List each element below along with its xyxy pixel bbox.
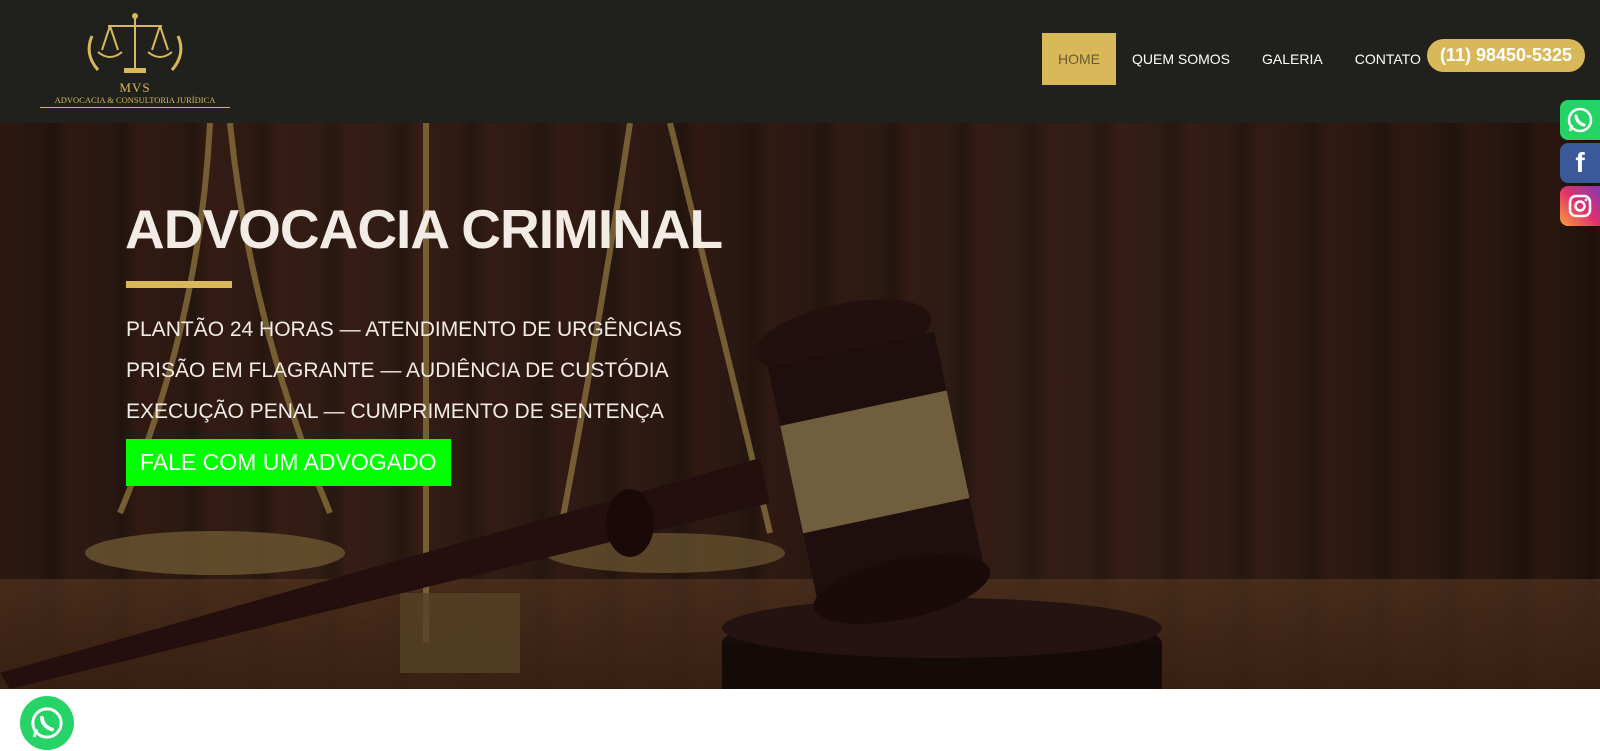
- main-nav: HOME QUEM SOMOS GALERIA CONTATO: [1042, 33, 1437, 85]
- instagram-social-button[interactable]: [1560, 186, 1600, 226]
- site-logo[interactable]: MVS ADVOCACIA & CONSULTORIA JURÍDICA: [40, 10, 230, 110]
- whatsapp-icon: [1567, 107, 1593, 133]
- scales-logo-icon: [87, 13, 183, 73]
- logo-tagline: ADVOCACIA & CONSULTORIA JURÍDICA: [40, 95, 230, 108]
- hero-banner: ADVOCACIA CRIMINAL PLANTÃO 24 HORAS — AT…: [0, 123, 1600, 689]
- nav-item-quem-somos[interactable]: QUEM SOMOS: [1116, 33, 1246, 85]
- facebook-icon: f: [1575, 147, 1585, 178]
- whatsapp-social-button[interactable]: [1560, 100, 1600, 140]
- phone-button[interactable]: (11) 98450-5325: [1427, 39, 1585, 72]
- whatsapp-floating-button[interactable]: [20, 696, 74, 750]
- nav-item-galeria[interactable]: GALERIA: [1246, 33, 1339, 85]
- instagram-icon: [1568, 194, 1592, 218]
- logo-name: MVS: [119, 80, 151, 95]
- hero-line-prisao: PRISÃO EM FLAGRANTE — AUDIÊNCIA DE CUSTÓ…: [126, 359, 669, 382]
- nav-item-contato[interactable]: CONTATO: [1339, 33, 1437, 85]
- site-header: MVS ADVOCACIA & CONSULTORIA JURÍDICA HOM…: [0, 0, 1600, 123]
- hero-line-execucao: EXECUÇÃO PENAL — CUMPRIMENTO DE SENTENÇA: [126, 400, 664, 423]
- whatsapp-icon: [31, 707, 63, 739]
- nav-item-home[interactable]: HOME: [1042, 33, 1116, 85]
- hero-title: ADVOCACIA CRIMINAL: [125, 198, 723, 260]
- title-underline: [126, 281, 232, 288]
- cta-talk-to-lawyer-button[interactable]: FALE COM UM ADVOGADO: [126, 439, 451, 486]
- facebook-social-button[interactable]: f: [1560, 143, 1600, 183]
- hero-line-plantao: PLANTÃO 24 HORAS — ATENDIMENTO DE URGÊNC…: [126, 318, 682, 341]
